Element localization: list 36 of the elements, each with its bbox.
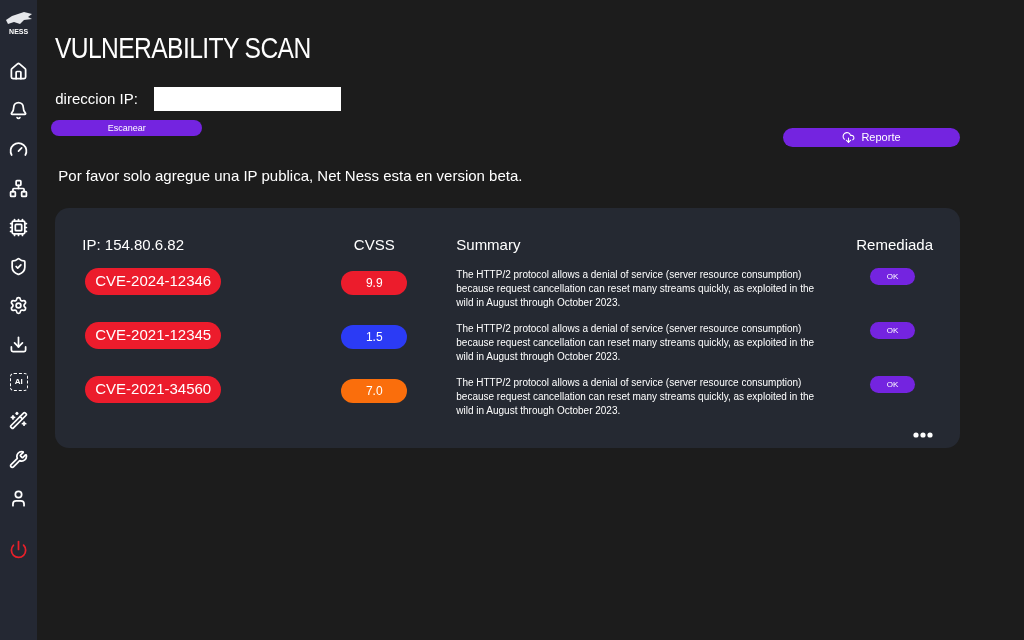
notice-text: Por favor solo agregue una IP publica, Net Ness esta en version beta.: [58, 166, 524, 186]
ok-button[interactable]: OK: [870, 322, 915, 339]
summary-text: The HTTP/2 protocol allows a denial of service (server resource consumption) because request cancellation can reset many streams quickly, as exploited in the wild in August through October 2023.: [456, 322, 816, 364]
home-icon[interactable]: [8, 61, 29, 81]
cvss-score-badge: 1.5: [341, 325, 408, 349]
settings-icon[interactable]: [8, 295, 29, 315]
cve-badge: CVE-2021-34560: [85, 376, 222, 403]
cve-badge: CVE-2024-12346: [85, 268, 222, 295]
summary-text: The HTTP/2 protocol allows a denial of service (server resource consumption) because request cancellation can reset many streams quickly, as exploited in the wild in August through October 2023.: [456, 376, 816, 418]
cve-badge: CVE-2021-12345: [85, 322, 222, 349]
page-title: VULNERABILITY SCAN: [55, 34, 312, 63]
more-options-icon[interactable]: [913, 432, 933, 438]
ai-chip-icon[interactable]: AI: [9, 373, 28, 391]
scan-button[interactable]: Escanear: [51, 120, 203, 136]
bell-icon[interactable]: [8, 100, 29, 120]
power-icon[interactable]: [8, 539, 29, 559]
report-button[interactable]: Reporte: [783, 128, 960, 147]
ip-label: direccion IP:: [55, 88, 138, 109]
column-header: IP: 154.80.6.82: [82, 234, 186, 255]
wrench-icon[interactable]: [8, 449, 29, 469]
magic-wand-icon[interactable]: [8, 410, 29, 430]
ok-button[interactable]: OK: [870, 268, 915, 285]
ip-input-field[interactable]: [153, 87, 341, 111]
download-icon[interactable]: [8, 334, 29, 354]
column-header: Remediada: [856, 234, 933, 255]
cvss-score-badge: 7.0: [341, 379, 408, 403]
gauge-icon[interactable]: [8, 139, 29, 159]
column-header: CVSS: [352, 234, 396, 255]
summary-text: The HTTP/2 protocol allows a denial of service (server resource consumption) because request cancellation can reset many streams quickly, as exploited in the wild in August through October 2023.: [456, 268, 816, 310]
cloud-download-icon: [842, 131, 856, 144]
shield-check-icon[interactable]: [8, 256, 29, 276]
cvss-score-badge: 9.9: [341, 271, 408, 295]
ok-button[interactable]: OK: [870, 376, 915, 393]
column-header: Summary: [456, 234, 522, 255]
network-icon[interactable]: [8, 178, 29, 198]
chip-icon[interactable]: [8, 217, 29, 237]
